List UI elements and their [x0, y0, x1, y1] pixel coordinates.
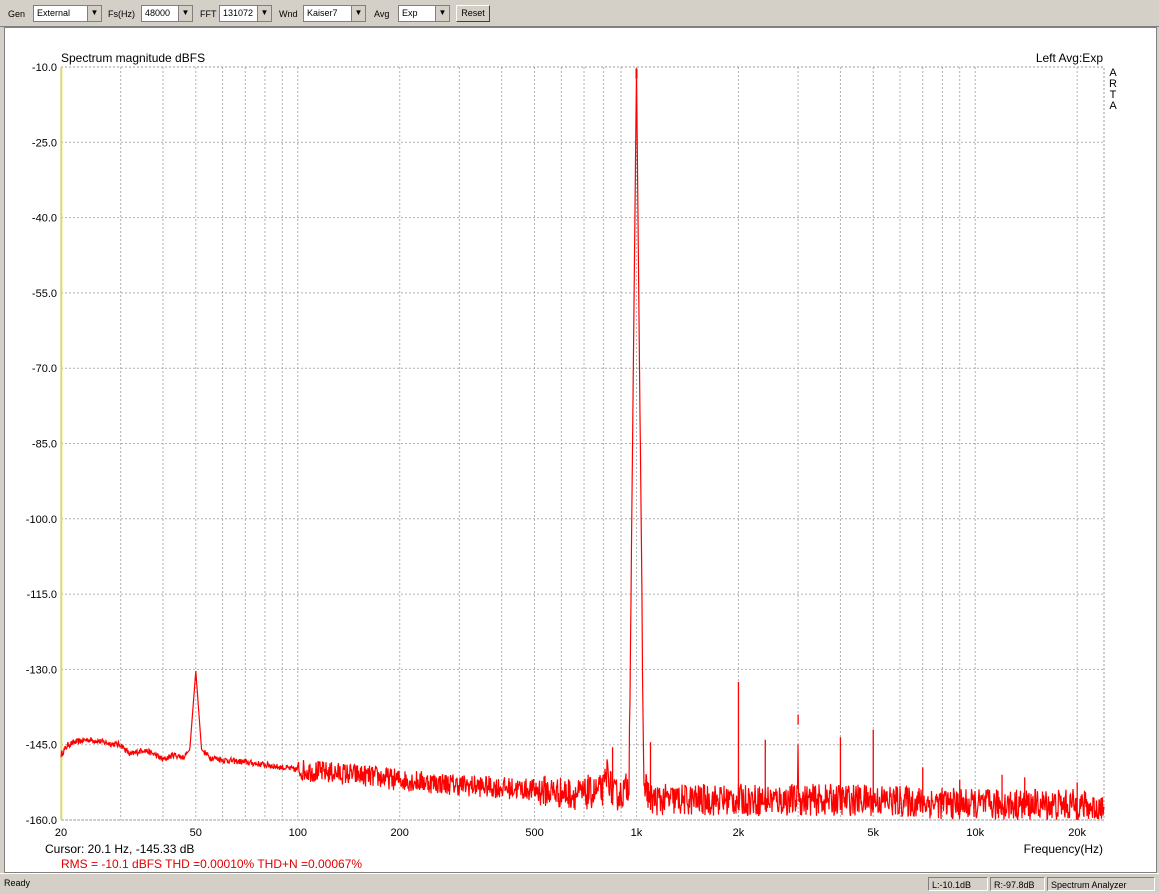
toolbar: Gen External ▼ Fs(Hz) 48000 ▼ FFT 131072… — [0, 0, 1159, 27]
y-tick-label: -85.0 — [32, 439, 57, 451]
cursor-readout: Cursor: 20.1 Hz, -145.33 dB — [45, 842, 194, 856]
y-tick-label: -145.0 — [26, 740, 57, 752]
fs-select[interactable]: 48000 ▼ — [141, 5, 193, 22]
x-tick-labels: 20 50 100 200 500 1k 2k 5k 10k 20k — [55, 827, 1087, 839]
x-tick-label: 5k — [867, 827, 879, 839]
secondary-status-strip — [0, 889, 1159, 894]
reset-button[interactable]: Reset — [456, 5, 490, 22]
window-select-value: Kaiser7 — [307, 8, 338, 18]
fft-select[interactable]: 131072 ▼ — [219, 5, 272, 22]
y-tick-label: -25.0 — [32, 137, 57, 149]
avg-select-value: Exp — [402, 8, 418, 18]
window-select[interactable]: Kaiser7 ▼ — [303, 5, 366, 22]
chevron-down-icon[interactable]: ▼ — [351, 6, 365, 21]
x-tick-label: 1k — [631, 827, 643, 839]
y-tick-label: -160.0 — [26, 815, 57, 827]
x-tick-label: 2k — [733, 827, 745, 839]
status-ready: Ready — [4, 878, 31, 888]
channel-avg-label: Left Avg:Exp — [1036, 51, 1103, 65]
watermark-letter: A — [1109, 100, 1117, 112]
y-tick-label: -40.0 — [32, 213, 57, 225]
gen-label: Gen — [8, 9, 26, 19]
y-tick-label: -130.0 — [26, 664, 57, 676]
x-axis-label: Frequency(Hz) — [1024, 842, 1103, 856]
avg-label: Avg — [374, 9, 390, 19]
avg-select[interactable]: Exp ▼ — [398, 5, 450, 22]
fs-select-value: 48000 — [145, 8, 171, 18]
chevron-down-icon[interactable]: ▼ — [435, 6, 449, 21]
chevron-down-icon[interactable]: ▼ — [87, 6, 101, 21]
fft-label: FFT — [200, 9, 217, 19]
chevron-down-icon[interactable]: ▼ — [178, 6, 192, 21]
arta-watermark: ARTA — [1109, 67, 1117, 112]
x-tick-label: 20k — [1068, 827, 1086, 839]
fft-select-value: 131072 — [223, 8, 254, 18]
spectrum-chart[interactable]: -10.0 -25.0 -40.0 -55.0 -70.0 -85.0 -100.0 -115… — [5, 28, 1156, 872]
y-tick-label: -10.0 — [32, 62, 57, 74]
y-tick-labels: -10.0 -25.0 -40.0 -55.0 -70.0 -85.0 -100.0 -115… — [26, 62, 57, 827]
x-tick-label: 100 — [289, 827, 307, 839]
y-tick-label: -100.0 — [26, 514, 57, 526]
gen-select[interactable]: External ▼ — [33, 5, 102, 22]
y-tick-label: -115.0 — [27, 589, 57, 601]
x-tick-label: 500 — [525, 827, 543, 839]
y-tick-label: -55.0 — [32, 288, 57, 300]
gen-select-value: External — [37, 8, 71, 18]
spectrum-trace — [60, 69, 1105, 820]
measurement-readout: RMS = -10.1 dBFS THD =0.00010% THD+N =0.… — [61, 857, 362, 871]
plot-window[interactable]: -10.0 -25.0 -40.0 -55.0 -70.0 -85.0 -100.0 -115… — [4, 27, 1157, 873]
chart-title: Spectrum magnitude dBFS — [61, 51, 205, 65]
x-tick-label: 20 — [55, 827, 67, 839]
chevron-down-icon[interactable]: ▼ — [257, 6, 271, 21]
wnd-label: Wnd — [279, 9, 298, 19]
x-tick-label: 200 — [391, 827, 409, 839]
fs-label: Fs(Hz) — [108, 9, 135, 19]
x-tick-label: 50 — [190, 827, 202, 839]
grid — [60, 66, 1104, 821]
y-tick-label: -70.0 — [32, 363, 57, 375]
x-tick-label: 10k — [966, 827, 984, 839]
